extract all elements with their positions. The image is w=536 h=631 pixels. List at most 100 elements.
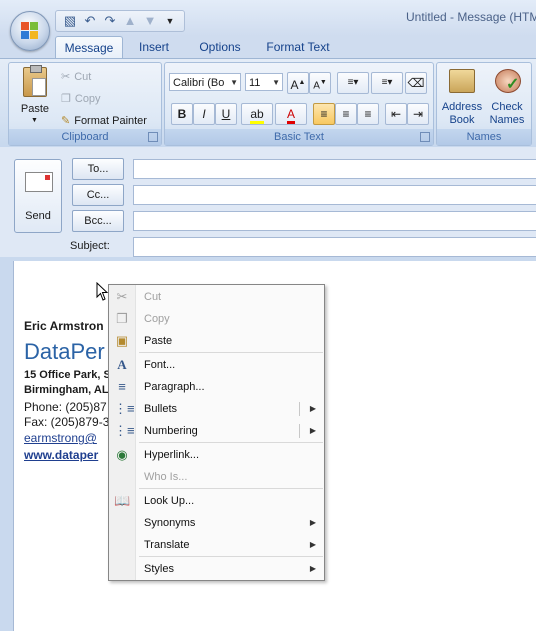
menu-item-who-is[interactable]: Who Is... (109, 466, 324, 488)
highlight-icon[interactable]: ab (241, 103, 273, 125)
signature-web-link[interactable]: www.dataper (24, 448, 98, 462)
menu-item-label: Numbering (144, 425, 198, 437)
clipboard-group: Paste ▼ ✂ Cut ❐ Copy ✎ Format Painter Cl… (8, 62, 162, 146)
up-arrow-icon[interactable]: ▲ (122, 13, 138, 29)
names-group: Address Book ✓ Check Names Names (436, 62, 532, 146)
menu-item-bullets[interactable]: ⋮≡ Bullets ▶ (109, 398, 324, 420)
check-names-label-1: Check (491, 101, 523, 113)
submenu-arrow-icon: ▶ (309, 564, 316, 573)
menu-item-numbering[interactable]: ⋮≡ Numbering ▶ (109, 420, 324, 442)
menu-item-paragraph[interactable]: ≡ Paragraph... (109, 376, 324, 398)
bullets-icon[interactable]: ≡▾ (337, 72, 369, 94)
font-name-combo[interactable]: Calibri (Bo ▼ (169, 73, 241, 91)
tab-insert[interactable]: Insert (130, 36, 178, 58)
menu-separator (139, 442, 323, 443)
check-names-button[interactable]: ✓ Check Names (485, 65, 529, 129)
signature-name: Eric Armstron (24, 319, 104, 333)
menu-split-divider (299, 424, 300, 438)
menu-item-hyperlink[interactable]: ◉ Hyperlink... (109, 444, 324, 466)
quick-access-toolbar: ▧ ↶ ↷ ▲ ▼ ▼ (55, 10, 185, 32)
menu-item-cut[interactable]: ✂ Cut (109, 286, 324, 308)
to-field[interactable] (133, 159, 536, 179)
paste-dropdown-icon: ▼ (31, 117, 38, 124)
cut-button[interactable]: ✂ Cut (61, 67, 91, 87)
bold-icon[interactable]: B (171, 103, 193, 125)
send-button[interactable]: Send (14, 159, 62, 233)
menu-item-font[interactable]: A Font... (109, 354, 324, 376)
chevron-down-icon: ▼ (230, 78, 238, 87)
ribbon: Paste ▼ ✂ Cut ❐ Copy ✎ Format Painter Cl… (0, 58, 536, 148)
save-icon[interactable]: ▧ (62, 13, 78, 29)
format-painter-button[interactable]: ✎ Format Painter (61, 111, 147, 131)
menu-item-label: Translate (144, 539, 190, 551)
font-color-icon[interactable]: A (275, 103, 307, 125)
cc-button[interactable]: Cc... (72, 184, 124, 206)
bcc-field[interactable] (133, 211, 536, 231)
submenu-arrow-icon: ▶ (309, 540, 316, 549)
menu-item-translate[interactable]: Translate ▶ (109, 534, 324, 556)
undo-icon[interactable]: ↶ (82, 13, 98, 29)
address-book-button[interactable]: Address Book (439, 65, 485, 129)
menu-item-label: Paste (144, 335, 173, 347)
menu-item-styles[interactable]: Styles ▶ (109, 558, 324, 580)
copy-icon: ❐ (61, 93, 71, 105)
font-name-value: Calibri (Bo (173, 77, 225, 89)
signature-fax: Fax: (205)879-3 (24, 415, 110, 429)
menu-item-label: Paragraph... (144, 381, 205, 393)
redo-icon[interactable]: ↷ (102, 13, 118, 29)
align-right-icon[interactable]: ≡ (357, 103, 379, 125)
copy-button[interactable]: ❐ Copy (61, 89, 101, 109)
menu-item-synonyms[interactable]: Synonyms ▶ (109, 512, 324, 534)
increase-indent-icon[interactable]: ⇥ (407, 103, 429, 125)
names-group-label: Names (437, 129, 531, 145)
menu-item-label: Cut (144, 291, 162, 303)
bcc-button[interactable]: Bcc... (72, 210, 124, 232)
italic-icon[interactable]: I (193, 103, 215, 125)
menu-item-label: Synonyms (144, 517, 196, 529)
clipboard-launcher-icon[interactable] (148, 132, 158, 142)
paragraph-icon: ≡ (118, 379, 126, 394)
menu-item-copy[interactable]: ❐ Copy (109, 308, 324, 330)
shrink-font-icon[interactable]: A▼ (309, 72, 331, 94)
menu-item-label: Copy (144, 313, 170, 325)
to-button[interactable]: To... (72, 158, 124, 180)
office-button[interactable] (10, 11, 50, 51)
paste-button[interactable]: Paste ▼ (15, 65, 55, 127)
menu-item-look-up[interactable]: 📖 Look Up... (109, 490, 324, 512)
down-arrow-icon[interactable]: ▼ (142, 13, 158, 29)
customize-icon[interactable]: ▼ (162, 13, 178, 29)
numbering-icon[interactable]: ≡▾ (371, 72, 403, 94)
font-size-value: 11 (249, 77, 261, 89)
signature-phone: Phone: (205)87 (24, 400, 107, 414)
menu-separator (139, 556, 323, 557)
decrease-indent-icon[interactable]: ⇤ (385, 103, 407, 125)
menu-item-paste[interactable]: ▣ Paste (109, 330, 324, 352)
clear-formatting-icon[interactable]: ⌫ (405, 72, 427, 94)
basic-text-launcher-icon[interactable] (420, 132, 430, 142)
cc-field[interactable] (133, 185, 536, 205)
submenu-arrow-icon: ▶ (309, 426, 316, 435)
menu-item-label: Look Up... (144, 495, 195, 507)
tab-message[interactable]: Message (55, 36, 123, 59)
tab-options[interactable]: Options (190, 36, 250, 58)
signature-company: DataPer (24, 339, 105, 364)
window-title: Untitled - Message (HTM (406, 10, 536, 24)
menu-split-divider (299, 402, 300, 416)
align-center-icon[interactable]: ≡ (335, 103, 357, 125)
align-left-icon[interactable]: ≡ (313, 103, 335, 125)
font-icon: A (117, 357, 127, 372)
underline-icon[interactable]: U (215, 103, 237, 125)
subject-field[interactable] (133, 237, 536, 257)
menu-item-label: Styles (144, 563, 174, 575)
send-label: Send (25, 210, 51, 222)
signature-email-link[interactable]: earmstrong@ (24, 431, 97, 445)
menu-item-label: Hyperlink... (144, 449, 200, 461)
tab-format-text[interactable]: Format Text (262, 36, 334, 58)
address-book-icon (449, 69, 475, 93)
font-size-combo[interactable]: 11 ▼ (245, 73, 283, 91)
grow-font-icon[interactable]: A▲ (287, 72, 309, 94)
bullets-icon: ⋮≡ (114, 401, 135, 416)
compose-header: Send To... Cc... Bcc... Subject: (0, 147, 536, 257)
paste-icon (23, 65, 47, 97)
subject-label: Subject: (70, 240, 110, 252)
